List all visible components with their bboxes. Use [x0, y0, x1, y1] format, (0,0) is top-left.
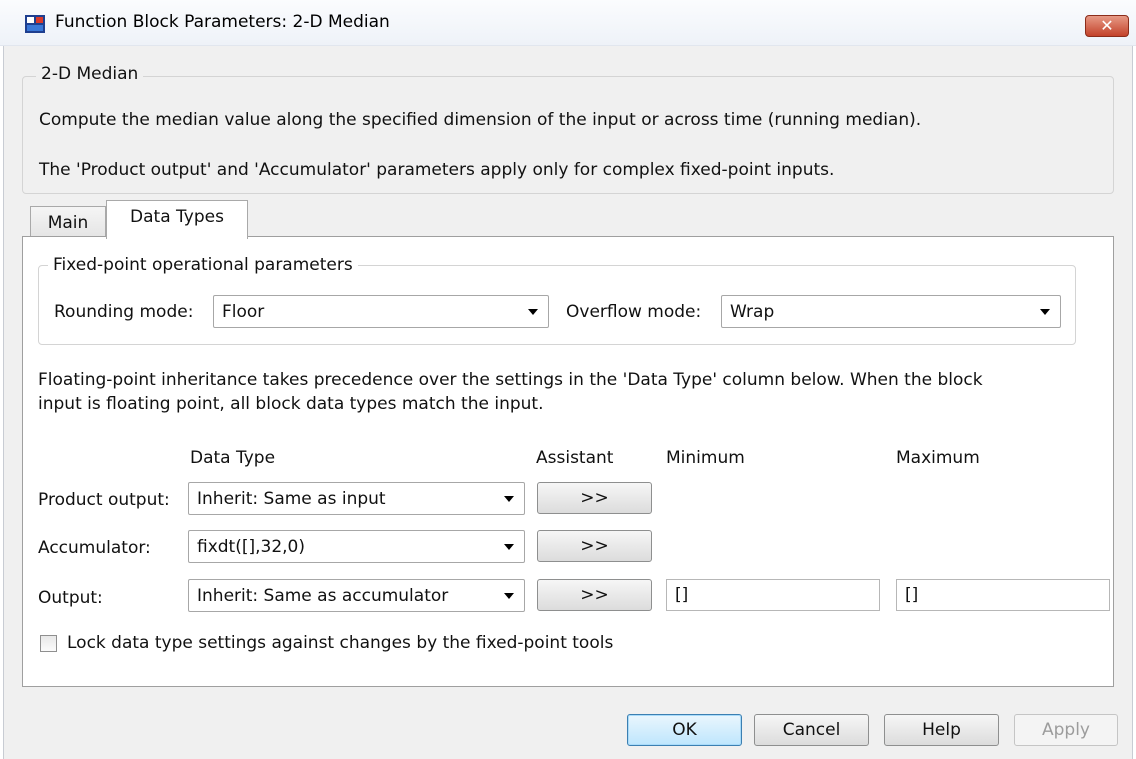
accumulator-assistant-button[interactable]: >>: [537, 530, 652, 562]
column-header-minimum: Minimum: [666, 448, 745, 468]
inheritance-note-2: input is floating point, all block data …: [38, 394, 544, 414]
fixed-point-group-title: Fixed-point operational parameters: [48, 255, 358, 275]
rounding-mode-label: Rounding mode:: [54, 302, 194, 322]
output-minimum-value: []: [675, 585, 689, 605]
cancel-button-label: Cancel: [782, 720, 841, 740]
help-button-label: Help: [922, 720, 961, 740]
tab-data-types[interactable]: Data Types: [106, 200, 248, 239]
apply-button-label: Apply: [1042, 720, 1090, 740]
ok-button-label: OK: [672, 720, 697, 740]
output-maximum-input[interactable]: []: [896, 579, 1110, 611]
title-bar: Function Block Parameters: 2-D Median ✕: [0, 0, 1136, 46]
window-title: Function Block Parameters: 2-D Median: [55, 12, 390, 32]
output-assistant-button[interactable]: >>: [537, 579, 652, 611]
rounding-mode-select[interactable]: Floor: [213, 295, 549, 328]
apply-button[interactable]: Apply: [1014, 714, 1118, 746]
tab-data-types-label: Data Types: [130, 207, 224, 227]
lock-data-type-checkbox[interactable]: [40, 635, 57, 652]
accumulator-data-type-value: fixdt([],32,0): [197, 537, 306, 557]
block-description-2: The 'Product output' and 'Accumulator' p…: [39, 160, 835, 180]
output-data-type-value: Inherit: Same as accumulator: [197, 586, 449, 606]
accumulator-data-type-select[interactable]: fixdt([],32,0): [188, 530, 525, 563]
accumulator-label: Accumulator:: [38, 538, 151, 558]
block-description-1: Compute the median value along the speci…: [39, 110, 922, 130]
column-header-data-type: Data Type: [190, 448, 276, 468]
close-icon: ✕: [1100, 16, 1114, 35]
cancel-button[interactable]: Cancel: [754, 714, 869, 746]
output-label: Output:: [38, 588, 103, 608]
rounding-mode-value: Floor: [222, 302, 265, 322]
product-output-data-type-select[interactable]: Inherit: Same as input: [188, 482, 525, 515]
tab-main-label: Main: [47, 213, 89, 233]
inheritance-note-1: Floating-point inheritance takes precede…: [38, 370, 983, 390]
overflow-mode-label: Overflow mode:: [566, 302, 702, 322]
chevron-down-icon: [1040, 309, 1050, 315]
assistant-button-label: >>: [580, 536, 609, 556]
chevron-down-icon: [504, 593, 514, 599]
overflow-mode-value: Wrap: [730, 302, 775, 322]
column-header-assistant: Assistant: [536, 448, 614, 468]
output-data-type-select[interactable]: Inherit: Same as accumulator: [188, 579, 525, 612]
product-output-assistant-button[interactable]: >>: [537, 482, 652, 514]
product-output-data-type-value: Inherit: Same as input: [197, 489, 386, 509]
tab-main[interactable]: Main: [30, 206, 106, 240]
output-minimum-input[interactable]: []: [666, 579, 880, 611]
chevron-down-icon: [504, 544, 514, 550]
chevron-down-icon: [504, 496, 514, 502]
ok-button[interactable]: OK: [627, 714, 742, 746]
help-button[interactable]: Help: [884, 714, 999, 746]
close-button[interactable]: ✕: [1085, 15, 1129, 37]
output-maximum-value: []: [905, 585, 919, 605]
block-group-title: 2-D Median: [36, 64, 144, 84]
simulink-block-icon: [24, 13, 46, 35]
column-header-maximum: Maximum: [896, 448, 980, 468]
chevron-down-icon: [528, 309, 538, 315]
assistant-button-label: >>: [580, 488, 609, 508]
assistant-button-label: >>: [580, 585, 609, 605]
lock-data-type-label[interactable]: Lock data type settings against changes …: [67, 633, 613, 653]
product-output-label: Product output:: [38, 490, 170, 510]
overflow-mode-select[interactable]: Wrap: [721, 295, 1061, 328]
